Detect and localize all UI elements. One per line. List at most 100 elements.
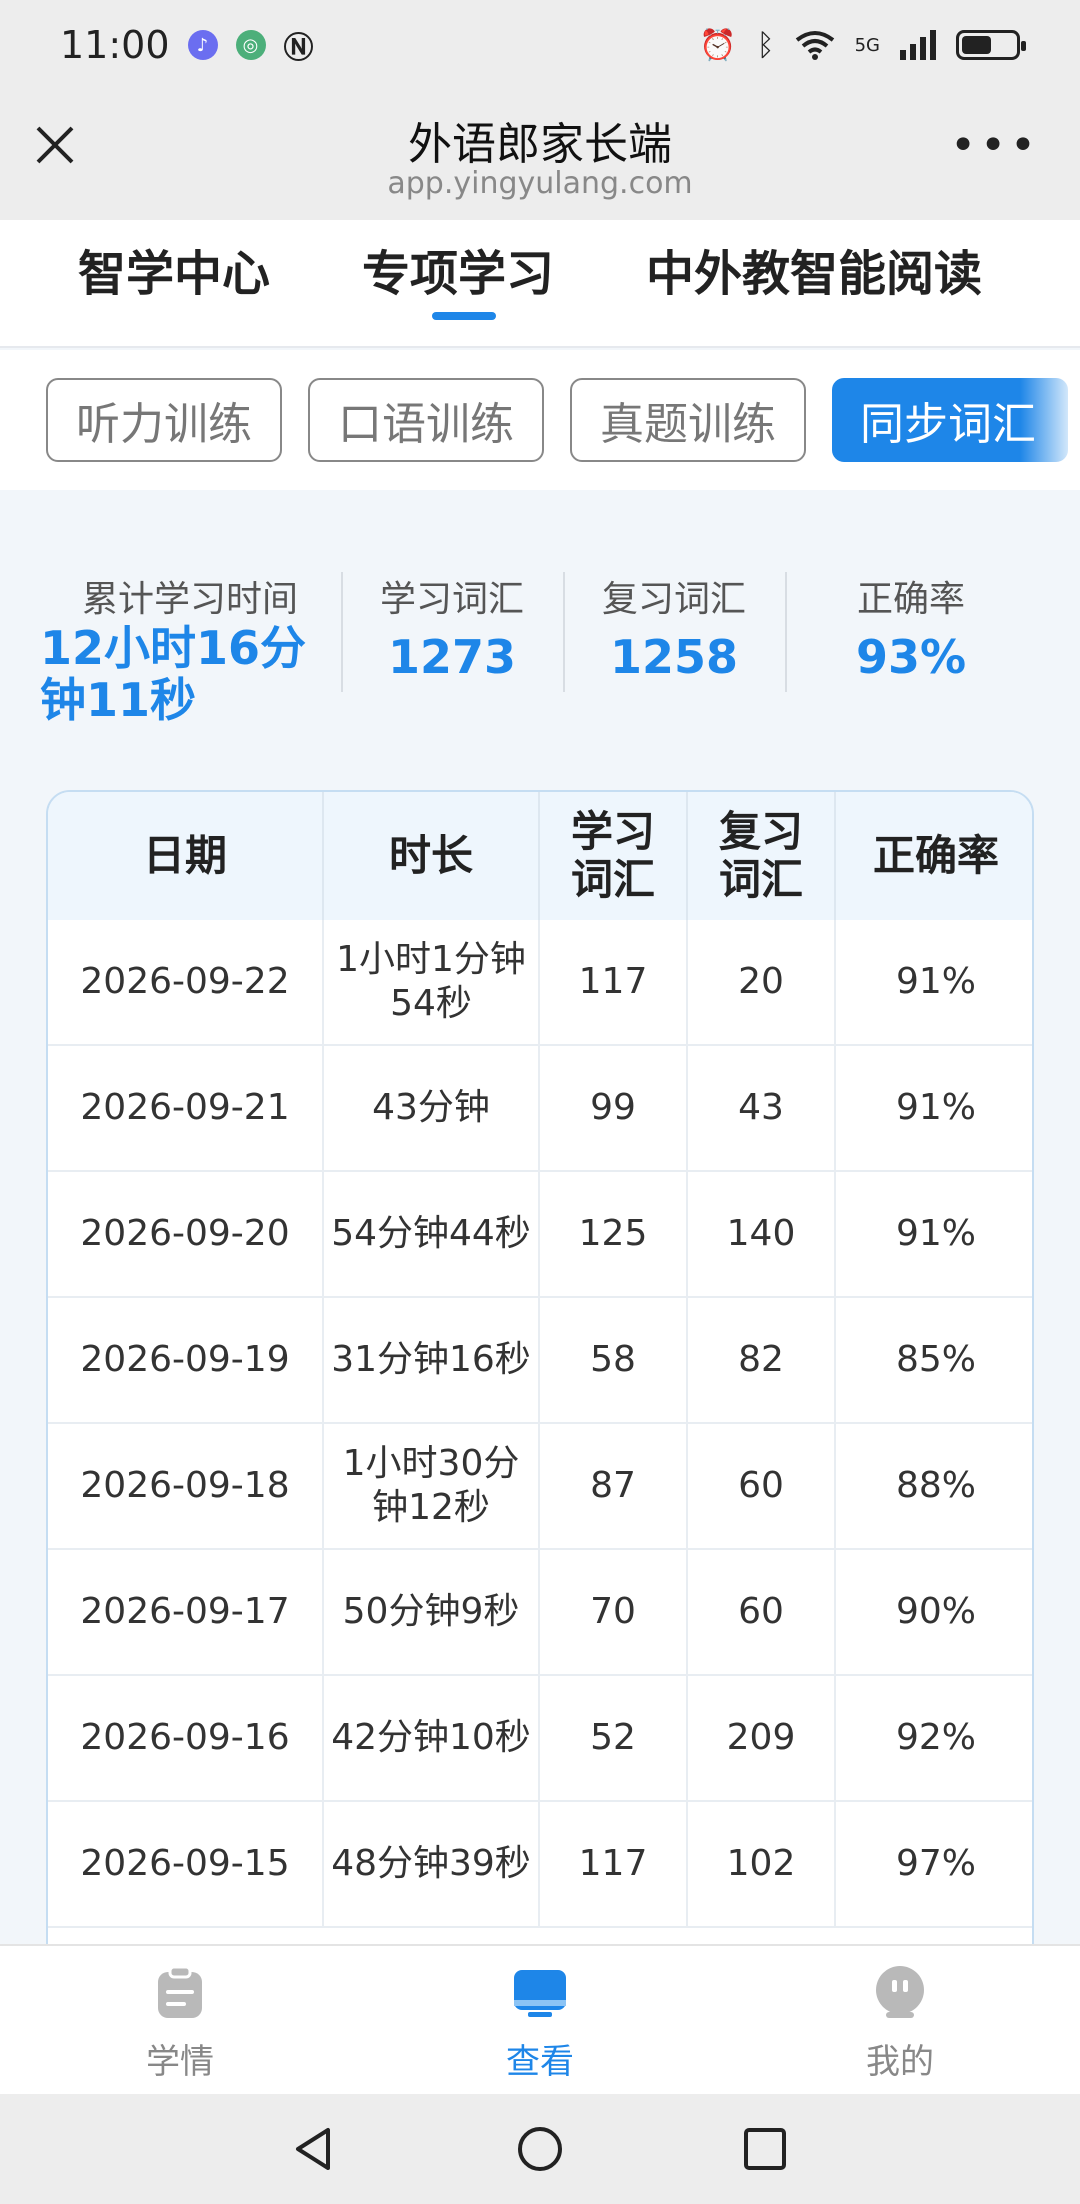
stat-reviewed-label: 复习词汇: [601, 579, 746, 620]
table-row: 2026-09-20 54分钟44秒 125 140 91%: [48, 1172, 1032, 1298]
cell-learned: 117: [540, 1802, 688, 1926]
column-header-learned: 学习词汇: [540, 792, 688, 920]
stat-learned-value: 1273: [387, 630, 517, 684]
column-header-accuracy: 正确率: [872, 831, 999, 880]
column-header-date: 日期: [48, 792, 324, 920]
cell-duration: 1小时1分钟54秒: [324, 920, 540, 1044]
table-header: 日期 时长 学习词汇 复习词汇 正确率: [48, 792, 1032, 920]
stat-reviewed-words: 复习词汇 1258: [588, 570, 760, 684]
home-icon[interactable]: [515, 2124, 565, 2174]
stat-accuracy-value: 93%: [855, 630, 967, 684]
sub-tabs: 听力训练 口语训练 真题训练 同步词汇: [0, 350, 1080, 490]
cell-reviewed: 60: [688, 1424, 836, 1548]
table-row: 2026-09-21 43分钟 99 43 91%: [48, 1046, 1032, 1172]
cell-learned: 52: [540, 1676, 688, 1800]
table-body: 2026-09-22 1小时1分钟54秒 117 20 91% 2026-09-21 43分…: [48, 920, 1032, 1928]
status-left: 11:00 ♪ ◎ Ⓝ: [60, 23, 314, 67]
page-url: app.yingyulang.com: [387, 166, 693, 201]
robot-face-icon: [876, 1966, 924, 2018]
nav-item-profile[interactable]: 我的: [820, 1964, 980, 2083]
bottom-nav: 学情 查看 我的: [0, 1944, 1080, 2094]
cell-date: 2026-09-18: [48, 1424, 324, 1548]
signal-icon: [900, 30, 936, 60]
column-header-reviewed: 复习词汇: [688, 792, 836, 920]
cell-duration: 50分钟9秒: [324, 1550, 540, 1674]
nav-label-view: 查看: [506, 2042, 574, 2082]
cell-accuracy: 91%: [895, 961, 976, 1002]
clipboard-icon: [158, 1965, 202, 2018]
nfc-icon: Ⓝ: [283, 31, 314, 66]
table-row: 2026-09-19 31分钟16秒 58 82 85%: [48, 1298, 1032, 1424]
tab-smart-learning[interactable]: 智学中心: [78, 234, 270, 304]
nav-label-profile: 我的: [866, 2042, 934, 2082]
daily-records-table: 日期 时长 学习词汇 复习词汇 正确率 2026-09-22 1小时1分钟54秒 1…: [46, 790, 1034, 2040]
cell-date: 2026-09-21: [48, 1046, 324, 1170]
cell-learned: 58: [540, 1298, 688, 1422]
cell-learned: 117: [540, 920, 688, 1044]
nav-item-view[interactable]: 查看: [460, 1964, 620, 2083]
cell-learned: 99: [540, 1046, 688, 1170]
tab-special-learning[interactable]: 专项学习: [362, 234, 554, 304]
stat-divider: [341, 572, 343, 692]
app-notification-icon: ◎: [235, 30, 266, 60]
bluetooth-icon: ᛒ: [756, 27, 775, 63]
column-header-duration: 时长: [324, 792, 540, 920]
nav-label-study-status: 学情: [146, 2042, 214, 2082]
cell-duration: 1小时30分钟12秒: [324, 1424, 540, 1548]
battery-level: [962, 36, 991, 54]
subtab-past-exams[interactable]: 真题训练: [570, 378, 806, 462]
subtab-speaking[interactable]: 口语训练: [308, 378, 544, 462]
cell-date: 2026-09-20: [48, 1172, 324, 1296]
cell-accuracy: 92%: [895, 1717, 976, 1758]
cell-reviewed: 43: [688, 1046, 836, 1170]
stat-total-time-value: 12小时16分钟11秒: [40, 621, 307, 727]
more-options-icon[interactable]: •••: [950, 124, 1040, 168]
main-tabs: 智学中心 专项学习 中外教智能阅读: [0, 220, 1080, 348]
cell-duration: 48分钟39秒: [324, 1802, 540, 1926]
music-app-icon: ♪: [187, 30, 218, 60]
stat-reviewed-value: 1258: [609, 630, 739, 684]
tab-smart-reading[interactable]: 中外教智能阅读: [646, 234, 982, 304]
cell-learned: 87: [540, 1424, 688, 1548]
table-row: 2026-09-15 48分钟39秒 117 102 97%: [48, 1802, 1032, 1928]
cell-accuracy: 88%: [895, 1465, 976, 1506]
clock: 11:00: [60, 23, 170, 67]
nav-item-study-status[interactable]: 学情: [100, 1964, 260, 2083]
cell-date: 2026-09-16: [48, 1676, 324, 1800]
table-row: 2026-09-18 1小时30分钟12秒 87 60 88%: [48, 1424, 1032, 1550]
stat-total-time: 累计学习时间 12小时16分钟11秒: [40, 570, 340, 726]
cell-accuracy: 85%: [895, 1339, 976, 1380]
scroll-fade: [1020, 350, 1080, 490]
stat-divider: [785, 572, 787, 692]
status-right: ⏰ ᛒ 5G: [699, 27, 1026, 63]
alarm-icon: ⏰: [699, 27, 737, 63]
cell-reviewed: 209: [688, 1676, 836, 1800]
stat-learned-label: 学习词汇: [379, 579, 524, 620]
subtab-listening[interactable]: 听力训练: [46, 378, 282, 462]
cell-reviewed: 20: [688, 920, 836, 1044]
active-tab-indicator: [432, 312, 496, 320]
cell-date: 2026-09-15: [48, 1802, 324, 1926]
summary-stats: 累计学习时间 12小时16分钟11秒 学习词汇 1273 复习词汇 1258 正…: [0, 530, 1080, 730]
table-row: 2026-09-17 50分钟9秒 70 60 90%: [48, 1550, 1032, 1676]
cell-date: 2026-09-22: [48, 920, 324, 1044]
cell-duration: 43分钟: [324, 1046, 540, 1170]
cell-accuracy: 90%: [895, 1591, 976, 1632]
app-screen: 11:00 ♪ ◎ Ⓝ ⏰ ᛒ 5G 外语郎家长端 app.yingyulang…: [0, 0, 1080, 2204]
stat-accuracy-label: 正确率: [856, 579, 965, 620]
cell-duration: 42分钟10秒: [324, 1676, 540, 1800]
recents-icon[interactable]: [740, 2124, 790, 2174]
stat-learned-words: 学习词汇 1273: [366, 570, 538, 684]
page-title: 外语郎家长端: [408, 119, 672, 170]
network-type: 5G: [854, 34, 880, 56]
system-nav-bar: [0, 2094, 1080, 2204]
cell-accuracy: 91%: [895, 1087, 976, 1128]
cell-accuracy: 91%: [895, 1213, 976, 1254]
stat-divider: [563, 572, 565, 692]
back-icon[interactable]: [290, 2124, 340, 2174]
cell-date: 2026-09-19: [48, 1298, 324, 1422]
cell-reviewed: 82: [688, 1298, 836, 1422]
cell-accuracy: 97%: [895, 1843, 976, 1884]
wifi-icon: [795, 31, 834, 60]
cell-reviewed: 140: [688, 1172, 836, 1296]
